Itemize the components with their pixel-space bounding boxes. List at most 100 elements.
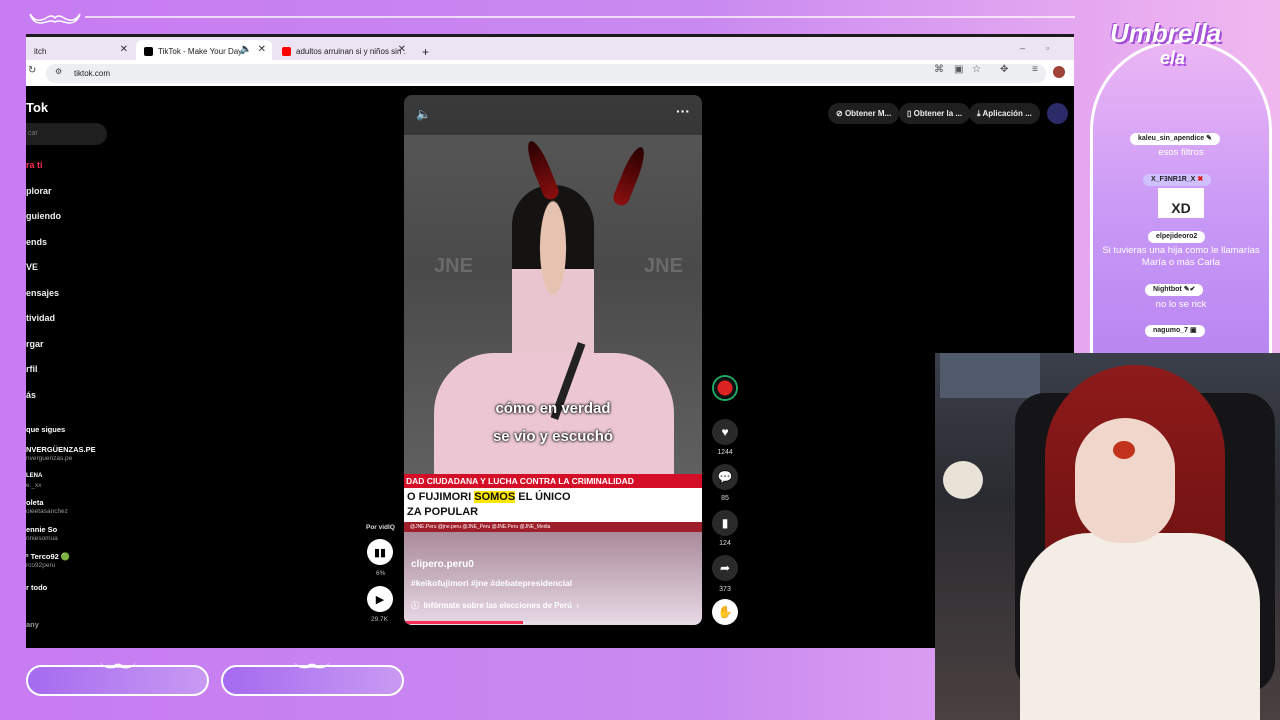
comment-count: 85 (721, 495, 729, 502)
reload-icon[interactable]: ↻ (28, 65, 36, 76)
account-handle: nverguenzas.pe (26, 455, 73, 462)
chat-username: nagumo_7 ▣ (1145, 325, 1205, 337)
nav-more[interactable]: ás (26, 390, 36, 400)
extensions-icon[interactable]: ✥ (1000, 64, 1008, 75)
volume-icon[interactable]: 🔈 (416, 107, 431, 121)
nav-following[interactable]: guiendo (26, 211, 61, 221)
username-text: Nightbot (1153, 286, 1182, 293)
following-account[interactable]: ennie So nniesomua (26, 525, 58, 543)
comment-icon[interactable]: 💬 (712, 464, 738, 490)
bookmark-icon[interactable]: ▮ (712, 510, 738, 536)
nav-live[interactable]: VE (26, 262, 38, 272)
nav-explore[interactable]: plorar (26, 186, 52, 196)
minimize-icon[interactable]: – (1020, 43, 1025, 53)
account-name: ² Terco92 🟢 (26, 552, 71, 561)
caption-line: se vio y escuchó (492, 428, 614, 445)
video-hashtags[interactable]: #keikofujimori #jne #debatepresidencial (411, 578, 572, 588)
ticker-text: ZA POPULAR (407, 506, 479, 518)
profile-avatar[interactable] (1053, 66, 1065, 78)
pill-label: Obtener la ... (913, 109, 963, 118)
nav-messages[interactable]: ensajes (26, 288, 59, 298)
mustache-logo-icon (29, 13, 81, 24)
save-count: 124 (719, 540, 731, 547)
vidiq-label: Por vidIQ (366, 524, 395, 531)
chat-message: Si tuvieras una hija como le llamarías M… (1102, 245, 1260, 268)
following-account[interactable]: ² Terco92 🟢 rco92peru (26, 552, 70, 570)
tab-label: TikTok - Make Your Day (158, 47, 243, 56)
background-logo: JNE (644, 255, 683, 277)
account-name: ennie So (26, 525, 58, 534)
translate-icon[interactable]: ⌘ (934, 64, 944, 75)
speaker-icon: 🔈 (239, 44, 252, 55)
username-text: nagumo_7 (1153, 327, 1189, 334)
get-coins-button[interactable]: ⊘ Obtener M... (828, 103, 900, 124)
stats-icon[interactable]: ▮▮ (367, 539, 393, 565)
creator-avatar[interactable] (712, 375, 738, 401)
background-logo: JNE (434, 255, 473, 277)
mustache-icon (294, 662, 330, 669)
close-icon[interactable]: ✕ (120, 44, 128, 55)
user-avatar[interactable] (1047, 103, 1068, 124)
election-link-text: Infórmate sobre las elecciones de Perú (423, 601, 572, 610)
bookmark-star-icon[interactable]: ☆ (972, 64, 981, 75)
video-author[interactable]: clipero.peru0 (411, 559, 474, 570)
tab-label: itch (34, 47, 47, 56)
plush-toy (943, 461, 983, 499)
election-info-link[interactable]: ⓘ Infórmate sobre las elecciones de Perú… (411, 600, 579, 611)
youtube-favicon-icon (282, 47, 291, 56)
nav-for-you[interactable]: ra ti (26, 160, 43, 170)
footer-text: any (26, 620, 39, 629)
tiktok-page: Tok car ra ti plorar guiendo ends VE ens… (26, 86, 1074, 648)
site-info-icon[interactable]: ⚙ (55, 67, 62, 76)
search-input[interactable]: car (26, 123, 107, 145)
nav-profile[interactable]: rfil (26, 364, 38, 374)
streamer-brand-logo: Umbrella (1110, 18, 1222, 48)
browser-window: itch ✕ TikTok - Make Your Day 🔈 ✕ adulto… (26, 34, 1074, 648)
see-all-link[interactable]: r todo (26, 583, 47, 592)
get-app-button[interactable]: ▯ Obtener la ... (899, 103, 971, 124)
like-icon[interactable]: ♥ (712, 419, 738, 445)
username-text: X_F3NR1R_X (1151, 176, 1196, 183)
nav-upload[interactable]: rgar (26, 339, 44, 349)
video-progress-fill (404, 621, 524, 624)
views-label: 29.7K (371, 616, 388, 623)
download-app-button[interactable]: ⤓ Aplicación ... (969, 103, 1040, 124)
sound-disc-icon[interactable]: ✋ (712, 599, 738, 625)
streamer-shirt (1020, 533, 1260, 720)
following-header: que sigues (26, 425, 66, 434)
maximize-icon[interactable]: ▫ (1046, 43, 1049, 53)
more-options-icon[interactable]: ··· (676, 103, 690, 119)
tiktok-logo[interactable]: Tok (26, 100, 48, 115)
nav-activity[interactable]: tividad (26, 313, 55, 323)
username-text: kaleu_sin_apendice (1138, 135, 1205, 142)
tab-bar: itch ✕ TikTok - Make Your Day 🔈 ✕ adulto… (26, 34, 1074, 63)
video-caption: cómo en verdad se vio y escuchó (404, 395, 702, 451)
account-handle: nniesomua (26, 535, 58, 542)
account-name: NVERGÜENZAS.PE (26, 445, 96, 454)
news-ticker-red: DAD CIUDADANA Y LUCHA CONTRA LA CRIMINAL… (404, 474, 702, 488)
pill-label: Obtener M... (844, 109, 892, 118)
share-count: 373 (719, 586, 731, 593)
news-ticker-social: @JNE.Peru @jne.peru @JNE_Peru @JNE.Peru … (404, 522, 702, 532)
chat-message: no lo se rick (1155, 299, 1207, 310)
chat-emote: XD (1158, 188, 1204, 218)
nav-friends[interactable]: ends (26, 237, 47, 247)
x-badge-icon: ✖ (1197, 176, 1204, 183)
chat-username: kaleu_sin_apendice ✎ (1130, 133, 1220, 145)
close-icon[interactable]: ✕ (258, 44, 266, 55)
cast-icon[interactable]: ▣ (954, 64, 963, 75)
following-account[interactable]: LENA e._xx (26, 472, 42, 490)
media-icon[interactable]: ≡ (1032, 64, 1038, 75)
share-icon[interactable]: ➦ (712, 555, 738, 581)
streamer-brand-logo-sub: ela (1160, 48, 1186, 68)
news-ticker-main: O FUJIMORI SOMOS EL ÚNICO ZA POPULAR (404, 488, 702, 522)
close-icon[interactable]: ✕ (398, 44, 406, 55)
url-field[interactable]: tiktok.com (46, 64, 1046, 83)
like-count: 1244 (717, 449, 733, 456)
following-account[interactable]: NVERGÜENZAS.PE nverguenzas.pe (26, 445, 96, 463)
ticker-text: O FUJIMORI (407, 491, 475, 503)
play-icon[interactable]: ▶ (367, 586, 393, 612)
account-name: oleta (26, 498, 44, 507)
following-account[interactable]: oleta oleetasanchez (26, 498, 68, 516)
video-player[interactable]: JNE JNE cómo en verdad se vio y escuchó … (404, 95, 702, 625)
